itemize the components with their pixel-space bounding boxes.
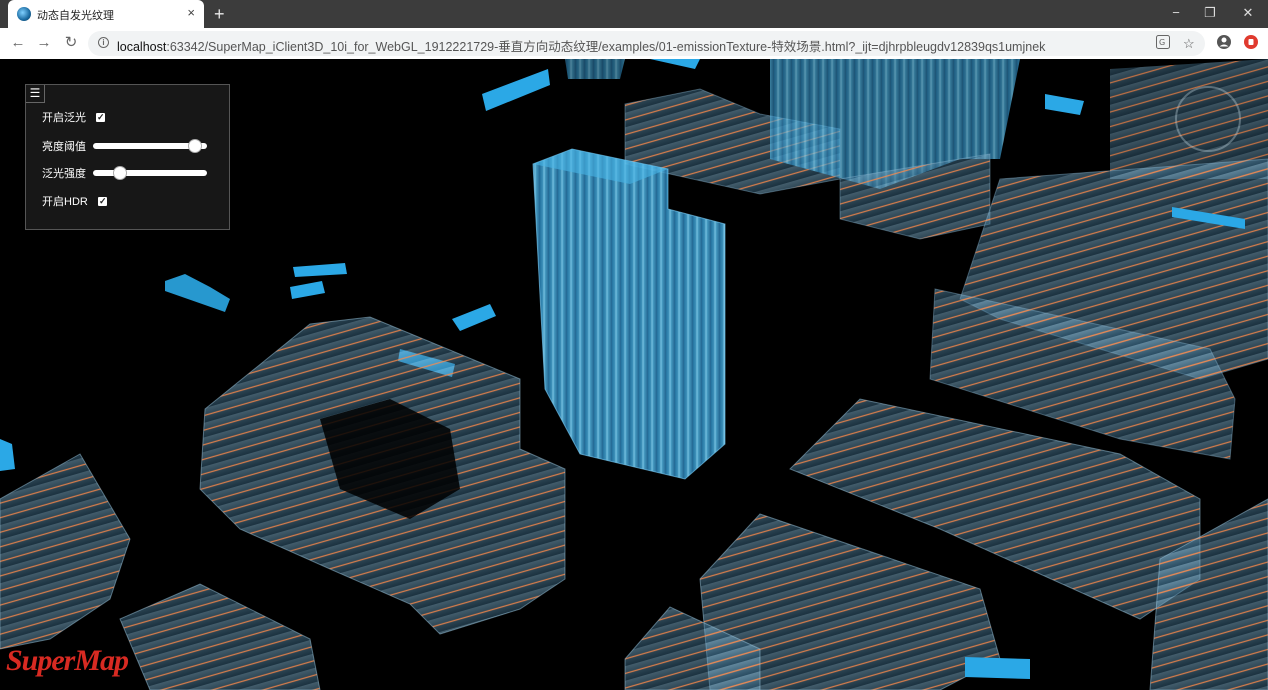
close-window-button[interactable]: ✕: [1238, 3, 1258, 23]
building-group-left: [0, 316, 566, 690]
minimize-button[interactable]: −: [1166, 3, 1186, 23]
threshold-slider-thumb[interactable]: [188, 139, 202, 153]
address-bar[interactable]: i localhost:63342/SuperMap_iClient3D_10i…: [88, 31, 1205, 56]
info-icon[interactable]: i: [98, 37, 109, 48]
central-tower: [532, 148, 726, 480]
url-text[interactable]: localhost:63342/SuperMap_iClient3D_10i_f…: [117, 36, 1045, 55]
tab-strip: 动态自发光纹理 × + − ❐ ✕: [0, 0, 1268, 28]
intensity-label: 泛光强度: [42, 168, 86, 180]
intensity-slider[interactable]: [93, 166, 207, 180]
hdr-checkbox[interactable]: [98, 193, 107, 209]
hdr-row: 开启HDR: [42, 193, 107, 210]
restore-button[interactable]: ❐: [1200, 3, 1220, 23]
browser-toolbar: ← → ↻ i localhost:63342/SuperMap_iClient…: [0, 28, 1268, 60]
bloom-row: 开启泛光: [42, 109, 105, 126]
extension-icon[interactable]: [1242, 34, 1259, 51]
tab-title: 动态自发光纹理: [37, 10, 114, 22]
hdr-label: 开启HDR: [42, 196, 88, 208]
reload-button[interactable]: ↻: [62, 33, 80, 53]
map-scene[interactable]: ☰ 开启泛光 亮度阈值 泛光强度 开启HDR SuperMap: [0, 59, 1268, 690]
new-tab-button[interactable]: +: [214, 4, 225, 24]
supermap-logo: SuperMap: [6, 644, 129, 677]
intensity-row: 泛光强度: [42, 166, 207, 182]
url-host: localhost: [117, 40, 167, 54]
intensity-slider-thumb[interactable]: [113, 166, 127, 180]
globe-favicon-icon: [17, 7, 31, 21]
threshold-label: 亮度阈值: [42, 141, 86, 153]
translate-icon[interactable]: G: [1156, 35, 1170, 53]
tab-close-icon[interactable]: ×: [187, 5, 195, 21]
bloom-label: 开启泛光: [42, 112, 86, 124]
back-button[interactable]: ←: [9, 33, 27, 53]
star-icon[interactable]: ☆: [1183, 35, 1195, 52]
threshold-row: 亮度阈值: [42, 139, 207, 155]
url-path: :63342/SuperMap_iClient3D_10i_for_WebGL_…: [166, 40, 1046, 54]
threshold-slider[interactable]: [93, 139, 207, 153]
control-panel: ☰ 开启泛光 亮度阈值 泛光强度 开启HDR: [25, 84, 230, 230]
account-icon[interactable]: [1215, 34, 1232, 51]
tab-active[interactable]: 动态自发光纹理 ×: [8, 0, 204, 28]
menu-icon[interactable]: ☰: [26, 85, 45, 103]
bloom-checkbox[interactable]: [96, 109, 105, 125]
compass-icon[interactable]: [1175, 86, 1241, 152]
svg-text:G: G: [1159, 38, 1165, 47]
forward-button[interactable]: →: [35, 33, 53, 53]
